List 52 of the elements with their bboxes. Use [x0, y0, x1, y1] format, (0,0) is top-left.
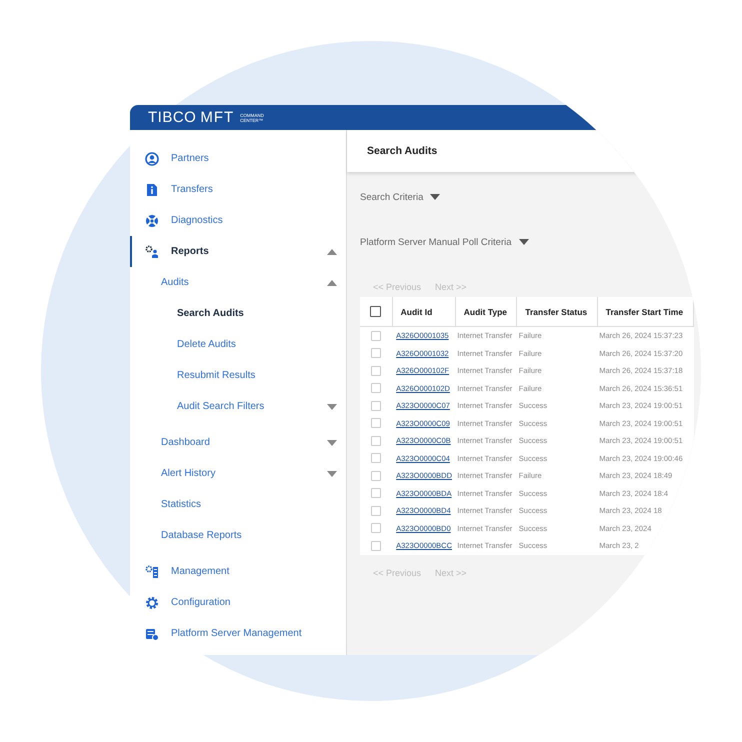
- row-checkbox[interactable]: [371, 330, 382, 341]
- gear-icon: [145, 596, 159, 610]
- row-checkbox[interactable]: [371, 540, 382, 551]
- sidebar-item[interactable]: Platform Server Management: [130, 618, 346, 649]
- column-header: Transfer Status: [516, 297, 598, 326]
- sidebar-item[interactable]: Statistics: [130, 489, 346, 520]
- sidebar-item[interactable]: Diagnostics: [130, 205, 346, 236]
- sidebar-item[interactable]: Resubmit Results: [130, 360, 346, 391]
- caret-icon[interactable]: [327, 248, 337, 254]
- sidebar-item[interactable]: Delete Audits: [130, 329, 346, 360]
- caret-icon[interactable]: [327, 470, 337, 476]
- sidebar-item[interactable]: Database Reports: [130, 520, 346, 551]
- section-toggle[interactable]: Search Criteria: [360, 189, 440, 205]
- sidebar-item[interactable]: Transfers: [130, 174, 346, 205]
- lifebuoy-icon: [145, 214, 159, 228]
- gear-server-icon: [145, 564, 159, 578]
- sidebar-item[interactable]: Configuration: [130, 587, 346, 618]
- row-checkbox[interactable]: [371, 348, 382, 358]
- section-label: Platform Server Manual Poll Criteria: [360, 236, 512, 248]
- section-toggle[interactable]: Platform Server Manual Poll Criteria: [360, 234, 529, 250]
- page-title: Search Audits: [367, 145, 438, 157]
- sidebar-item[interactable]: Search Audits: [130, 298, 346, 329]
- brand-logo: TIBCO: [148, 109, 196, 126]
- sidebar-item[interactable]: Management: [130, 556, 346, 587]
- row-checkbox[interactable]: [371, 453, 382, 464]
- person-circle-icon: [145, 152, 159, 166]
- row-checkbox[interactable]: [371, 366, 382, 376]
- document-icon: [145, 182, 159, 196]
- row-checkbox[interactable]: [371, 383, 382, 394]
- column-header: Transfer Start Time: [597, 297, 694, 326]
- sidebar-item[interactable]: Alert History: [130, 458, 346, 489]
- caret-icon[interactable]: [327, 440, 337, 446]
- caret-icon[interactable]: [327, 404, 337, 410]
- row-checkbox[interactable]: [371, 436, 382, 446]
- gear-person-icon: [145, 244, 159, 258]
- row-checkbox[interactable]: [371, 506, 382, 516]
- server-gear-icon: [145, 626, 159, 640]
- product-name: MFT: [200, 109, 234, 126]
- row-checkbox[interactable]: [371, 400, 382, 411]
- column-header: Audit Type: [455, 297, 517, 326]
- caret-icon[interactable]: [327, 280, 337, 286]
- select-all-checkbox[interactable]: [370, 306, 382, 317]
- section-label: Search Criteria: [360, 192, 424, 202]
- sidebar-item[interactable]: Audits: [130, 267, 346, 298]
- row-checkbox[interactable]: [371, 488, 382, 498]
- row-checkbox[interactable]: [371, 470, 382, 481]
- row-checkbox[interactable]: [371, 523, 382, 534]
- sidebar-item[interactable]: Partners: [130, 143, 346, 174]
- column-header: Audit Id: [392, 297, 456, 326]
- row-checkbox[interactable]: [371, 418, 382, 428]
- sidebar-item[interactable]: Dashboard: [130, 427, 346, 458]
- sidebar-item[interactable]: Audit Search Filters: [130, 391, 346, 422]
